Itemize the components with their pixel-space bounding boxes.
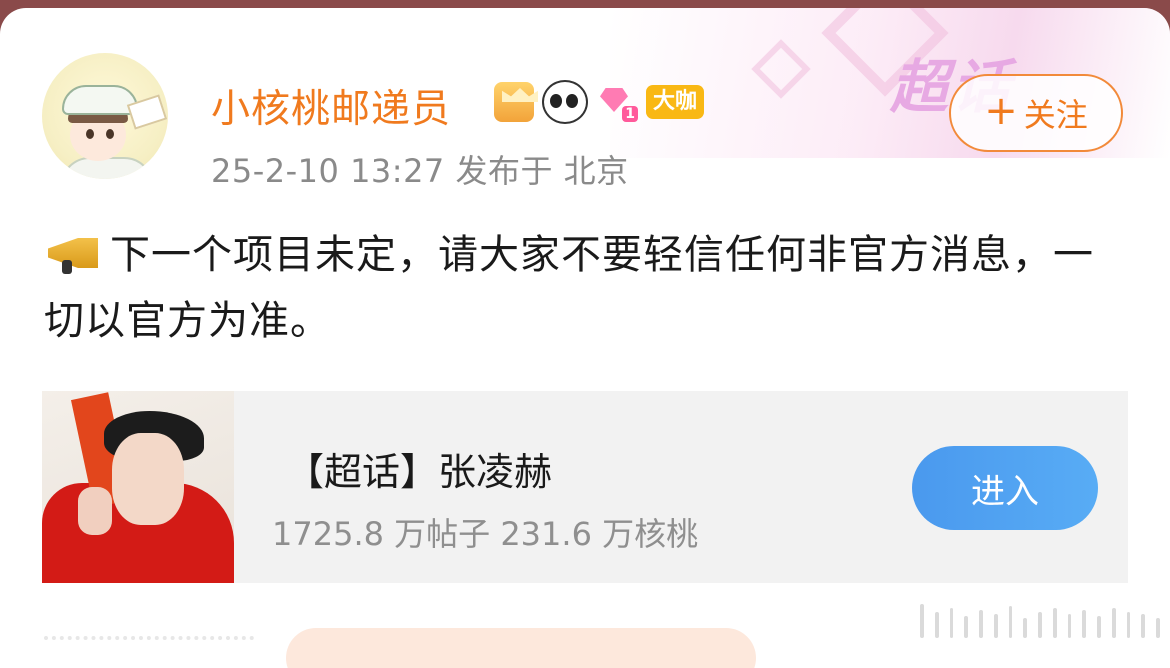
- post-meta: 25-2-10 13:27 发布于 北京: [211, 152, 629, 190]
- next-post-pill[interactable]: [286, 628, 756, 668]
- crown-badge-icon[interactable]: [494, 82, 534, 122]
- megaphone-icon: [44, 234, 104, 274]
- enter-button[interactable]: 进入: [912, 446, 1098, 530]
- post-text-container: 下一个项目未定，请大家不要轻信任何非官方消息，一切以官方为准。: [44, 222, 1134, 354]
- weibo-post-card: 超话 小核桃邮递员 1 大咖 25-2-10 13:27 发布于 北京 + 关注…: [0, 8, 1170, 668]
- panda-badge-icon[interactable]: [542, 80, 588, 124]
- avatar[interactable]: [42, 53, 168, 179]
- supertopic-stats: 1725.8 万帖子 231.6 万核桃: [272, 515, 699, 553]
- supertopic-card[interactable]: 【超话】张凌赫 1725.8 万帖子 231.6 万核桃 进入: [42, 391, 1128, 583]
- gem-badge-icon[interactable]: 1: [596, 82, 638, 122]
- supertopic-cover-image: [42, 391, 234, 583]
- username[interactable]: 小核桃邮递员: [211, 78, 451, 134]
- scroll-indicator: [920, 602, 1161, 638]
- supertopic-title: 【超话】张凌赫: [286, 450, 553, 494]
- gem-decoration-icon: [751, 39, 811, 99]
- user-badges: 1 大咖: [494, 80, 705, 124]
- follow-label: 关注: [1023, 96, 1088, 134]
- follow-button[interactable]: + 关注: [949, 74, 1123, 152]
- daka-badge[interactable]: 大咖: [646, 85, 705, 119]
- plus-icon: +: [984, 88, 1018, 134]
- next-post-preview: [44, 636, 254, 660]
- post-text: 下一个项目未定，请大家不要轻信任何非官方消息，一切以官方为准。: [44, 232, 1094, 344]
